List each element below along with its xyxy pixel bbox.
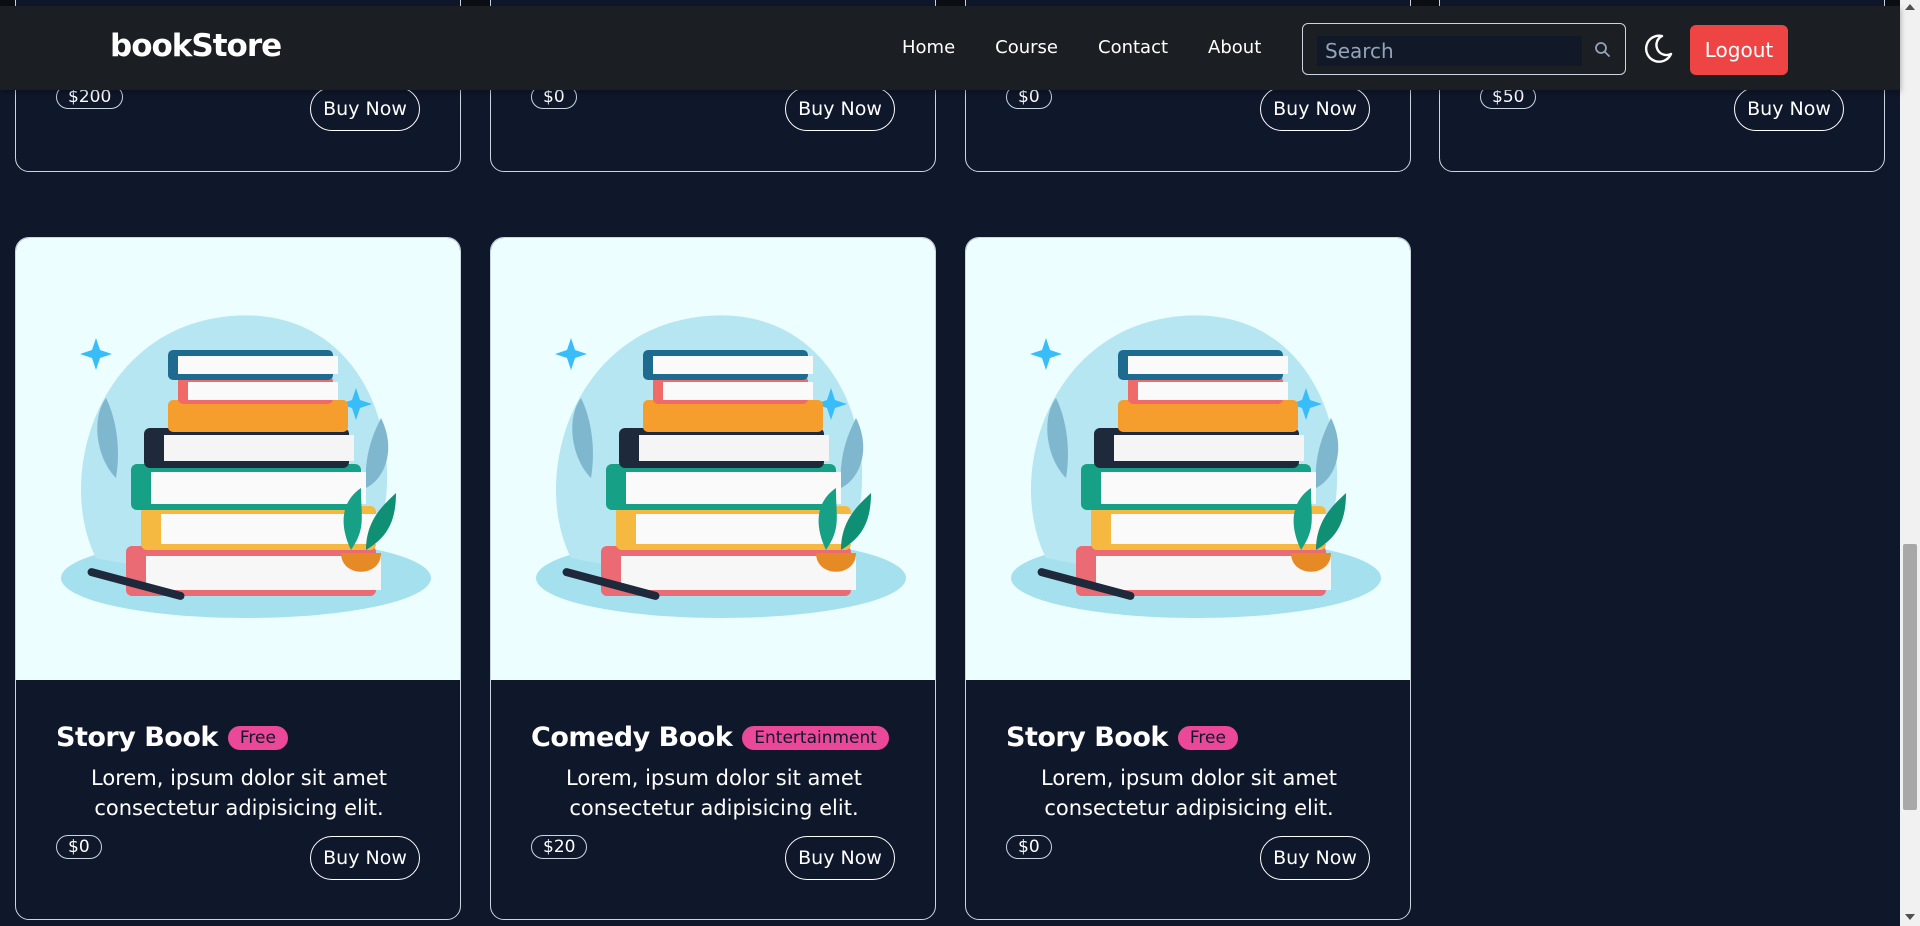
book-card-1: Story Book Free Lorem, ipsum dolor sit a… (15, 237, 461, 920)
book-card-2: Comedy Book Entertainment Lorem, ipsum d… (490, 237, 936, 920)
moon-icon[interactable] (1640, 30, 1676, 66)
buy-now-button[interactable]: Buy Now (310, 836, 420, 880)
book-description: Lorem, ipsum dolor sit amet consectetur … (1041, 766, 1337, 820)
book-image (491, 238, 935, 680)
brand-logo[interactable]: bookStore (110, 28, 282, 64)
book-description: Lorem, ipsum dolor sit amet consectetur … (566, 766, 862, 820)
scroll-down-icon[interactable] (1905, 914, 1915, 920)
buy-now-button[interactable]: Buy Now (310, 87, 420, 131)
card-title-row: Story Book Free (56, 722, 288, 753)
book-description: Lorem, ipsum dolor sit amet consectetur … (91, 766, 387, 820)
scrollbar-thumb[interactable] (1903, 544, 1917, 810)
nav-link-about[interactable]: About (1208, 37, 1261, 58)
buy-now-button[interactable]: Buy Now (1260, 87, 1370, 131)
search-input[interactable] (1317, 36, 1582, 66)
scroll-up-icon[interactable] (1905, 4, 1915, 10)
category-badge: Entertainment (742, 725, 889, 750)
price-tag: $0 (1006, 835, 1052, 859)
category-badge: Free (1177, 725, 1238, 750)
buy-now-button[interactable]: Buy Now (785, 87, 895, 131)
search-icon[interactable] (1593, 40, 1613, 60)
card-title-row: Comedy Book Entertainment (531, 722, 889, 753)
nav-links: Home Course Contact About (902, 37, 1301, 58)
navbar: bookStore Home Course Contact About Logo… (0, 6, 1900, 90)
book-title: Story Book (1006, 722, 1168, 753)
buy-now-button[interactable]: Buy Now (1734, 87, 1844, 131)
nav-link-contact[interactable]: Contact (1098, 37, 1168, 58)
book-title: Story Book (56, 722, 218, 753)
category-badge: Free (227, 725, 288, 750)
logout-button[interactable]: Logout (1690, 25, 1788, 75)
card-title-row: Story Book Free (1006, 722, 1238, 753)
nav-link-home[interactable]: Home (902, 37, 955, 58)
book-image (16, 238, 460, 680)
nav-link-course[interactable]: Course (995, 37, 1058, 58)
buy-now-button[interactable]: Buy Now (785, 836, 895, 880)
buy-now-button[interactable]: Buy Now (1260, 836, 1370, 880)
book-stack-illustration (61, 315, 431, 618)
book-title: Comedy Book (531, 722, 733, 753)
search-box (1302, 23, 1626, 75)
book-card-3: Story Book Free Lorem, ipsum dolor sit a… (965, 237, 1411, 920)
price-tag: $0 (56, 835, 102, 859)
price-tag: $20 (531, 835, 588, 859)
book-stack-illustration (1011, 315, 1381, 618)
book-image (966, 238, 1410, 680)
book-stack-illustration (536, 315, 906, 618)
